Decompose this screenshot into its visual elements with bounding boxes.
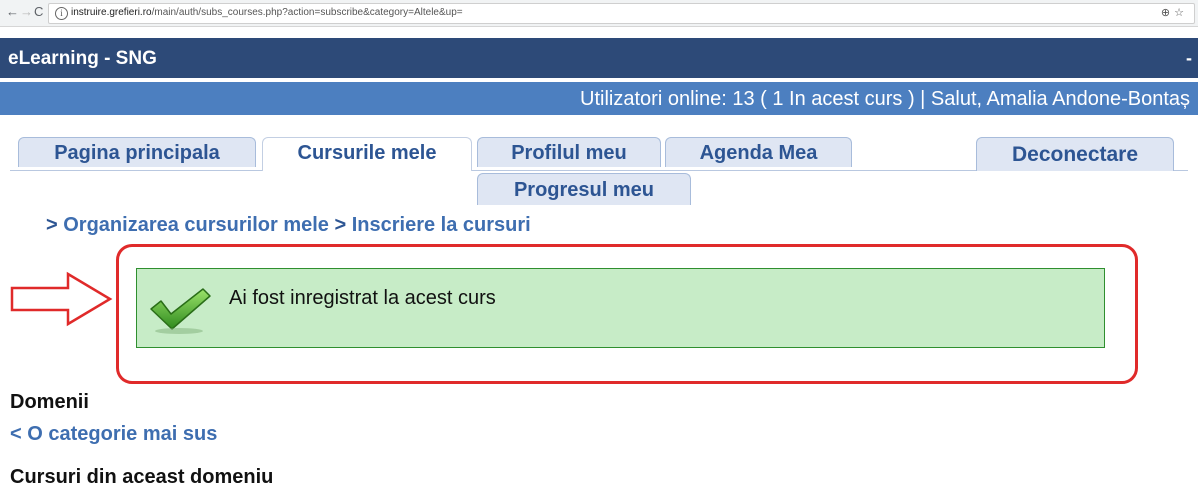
url-text[interactable]: instruire.grefieri.ro/main/auth/subs_cou… bbox=[71, 7, 463, 18]
tab-deconectare[interactable]: Deconectare bbox=[976, 137, 1174, 171]
zoom-icon[interactable]: ⊕ bbox=[1161, 7, 1174, 19]
check-icon bbox=[150, 288, 211, 334]
domains-heading: Domenii bbox=[10, 391, 89, 413]
breadcrumb-organizarea-cursurilor[interactable]: Organizarea cursurilor mele bbox=[63, 214, 329, 236]
tab-cursurile-mele[interactable]: Cursurile mele bbox=[262, 137, 472, 171]
category-up-link[interactable]: < O categorie mai sus bbox=[10, 423, 217, 446]
address-icons: ⊕☆ bbox=[1161, 6, 1188, 19]
annotation-arrow-icon bbox=[10, 271, 113, 327]
header-bar: eLearning - SNG - bbox=[0, 38, 1198, 78]
courses-heading: Cursuri din aceast domeniu bbox=[10, 466, 274, 488]
tab-progresul-meu[interactable]: Progresul meu bbox=[477, 173, 691, 205]
breadcrumb: > Organizarea cursurilor mele > Inscrier… bbox=[46, 214, 531, 237]
browser-toolbar: ← → C i instruire.grefieri.ro/main/auth/… bbox=[0, 0, 1198, 27]
star-icon[interactable]: ☆ bbox=[1174, 7, 1188, 19]
info-icon[interactable]: i bbox=[55, 7, 68, 20]
forward-icon[interactable]: → bbox=[20, 4, 33, 20]
tab-agenda-mea[interactable]: Agenda Mea bbox=[665, 137, 852, 167]
url-path: /main/auth/subs_courses.php?action=subsc… bbox=[151, 7, 463, 18]
user-bar: Utilizatori online: 13 ( 1 In acest curs… bbox=[0, 82, 1198, 115]
app-title: eLearning - SNG bbox=[8, 48, 157, 69]
back-icon[interactable]: ← bbox=[6, 4, 19, 20]
address-bar[interactable]: i instruire.grefieri.ro/main/auth/subs_c… bbox=[48, 3, 1195, 24]
header-dash: - bbox=[1186, 48, 1192, 68]
success-message: Ai fost inregistrat la acest curs bbox=[136, 268, 1105, 348]
reload-icon[interactable]: C bbox=[34, 4, 43, 20]
tab-strip: Pagina principala Cursurile mele Profilu… bbox=[0, 115, 1198, 205]
tab-profilul-meu[interactable]: Profilul meu bbox=[477, 137, 661, 167]
breadcrumb-separator: > bbox=[46, 214, 64, 236]
success-message-text: Ai fost inregistrat la acest curs bbox=[229, 287, 496, 309]
url-host: instruire.grefieri.ro bbox=[71, 7, 152, 18]
users-online-text: Utilizatori online: 13 ( 1 In acest curs… bbox=[580, 88, 1190, 110]
breadcrumb-inscriere[interactable]: Inscriere la cursuri bbox=[352, 214, 531, 236]
tab-pagina-principala[interactable]: Pagina principala bbox=[18, 137, 256, 167]
breadcrumb-separator: > bbox=[328, 214, 352, 236]
